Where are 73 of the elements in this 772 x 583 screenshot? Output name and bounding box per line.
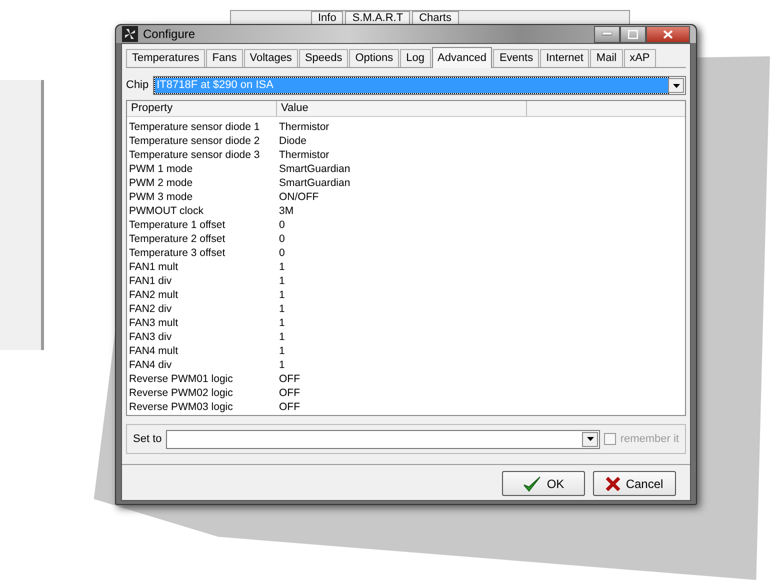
table-cell-text: Thermistor [278,120,330,134]
set-to-label: Set to [133,432,162,447]
table-cell-text: Temperature 1 offset [128,218,226,232]
chip-label: Chip [126,78,149,94]
table-cell-text: 1 [278,260,286,274]
dropdown-arrow-icon [586,437,594,441]
set-to-dropdown[interactable] [166,430,600,448]
cross-icon [606,476,620,490]
table-cell-text: Reverse PWM02 logic [128,386,234,400]
table-cell-text: Temperature 3 offset [128,246,226,260]
tab[interactable]: Events [493,49,540,67]
maximize-icon [628,30,638,38]
table-cell-text: 1 [278,288,286,302]
column-header[interactable]: Property [127,101,277,116]
dropdown-arrow-icon [672,84,680,88]
table-cell-text: OFF [278,386,301,400]
table-cell-text: 1 [278,330,286,344]
column-header[interactable]: Value [277,101,527,116]
cancel-button[interactable]: Cancel [593,471,676,496]
table-cell-text: FAN2 mult [128,288,180,302]
table-cell-text: FAN1 mult [128,260,180,274]
table-cell-text: ON/OFF [278,190,320,204]
table-cell-text: 0 [278,232,286,246]
table-cell-text: Thermistor [278,148,330,162]
table-cell-text: OFF [278,400,301,414]
close-icon [663,30,673,38]
table-cell-text: Temperature sensor diode 2 [128,134,261,148]
tab[interactable]: xAP [624,49,656,67]
table-cell-text: FAN3 mult [128,316,180,330]
table-cell-text: PWMOUT clock [128,204,204,218]
table-cell-text: PWM 1 mode [128,162,194,176]
table-cell-text: 1 [278,344,286,358]
table-cell-text: PWM 2 mode [128,176,194,190]
tab[interactable]: Log [400,49,431,67]
table-cell-text: Temperature 2 offset [128,232,226,246]
table-cell-text: 3M [278,204,295,218]
table-cell-text: Diode [278,134,308,148]
tab[interactable]: Fans [206,49,243,67]
table-cell-text: 0 [278,218,286,232]
minimize-button[interactable] [594,26,620,42]
remember-label: remember it [620,432,679,447]
table-cell-text: Reverse PWM01 logic [128,372,234,386]
ok-button[interactable]: OK [502,471,585,496]
table-cell-text: FAN2 div [128,302,173,316]
table-cell-text: 0 [278,246,286,260]
checkmark-icon [522,476,541,492]
tab[interactable]: Internet [540,49,590,67]
table-cell-text: OFF [278,372,301,386]
close-button[interactable] [646,26,690,42]
table-cell-text: 1 [278,316,286,330]
window-title: Configure [143,26,196,43]
table-cell-text: SmartGuardian [278,176,352,190]
table-cell-text: Reverse PWM03 logic [128,400,234,414]
minimize-icon [602,32,612,36]
table-cell-text: FAN4 div [128,358,173,372]
tab[interactable]: Mail [590,49,623,67]
tab[interactable]: Speeds [298,49,348,67]
table-cell-text: FAN3 div [128,330,173,344]
table-cell-text: PWM 3 mode [128,190,194,204]
table-cell-text: Temperature sensor diode 3 [128,148,261,162]
table-cell-text: 1 [278,302,286,316]
tab[interactable]: Voltages [244,49,298,67]
maximize-button[interactable] [620,26,646,42]
table-cell-text: Temperature sensor diode 1 [128,120,261,134]
table-cell-text: 1 [278,358,286,372]
fan-icon [122,26,138,42]
table-cell-text: 1 [278,274,286,288]
tab[interactable]: Temperatures [126,49,206,67]
table-cell-text: FAN4 mult [128,344,180,358]
table-cell-text: SmartGuardian [278,162,352,176]
tab[interactable]: Advanced [432,47,492,68]
tab[interactable]: Options [349,49,400,67]
table-cell-text: FAN1 div [128,274,173,288]
